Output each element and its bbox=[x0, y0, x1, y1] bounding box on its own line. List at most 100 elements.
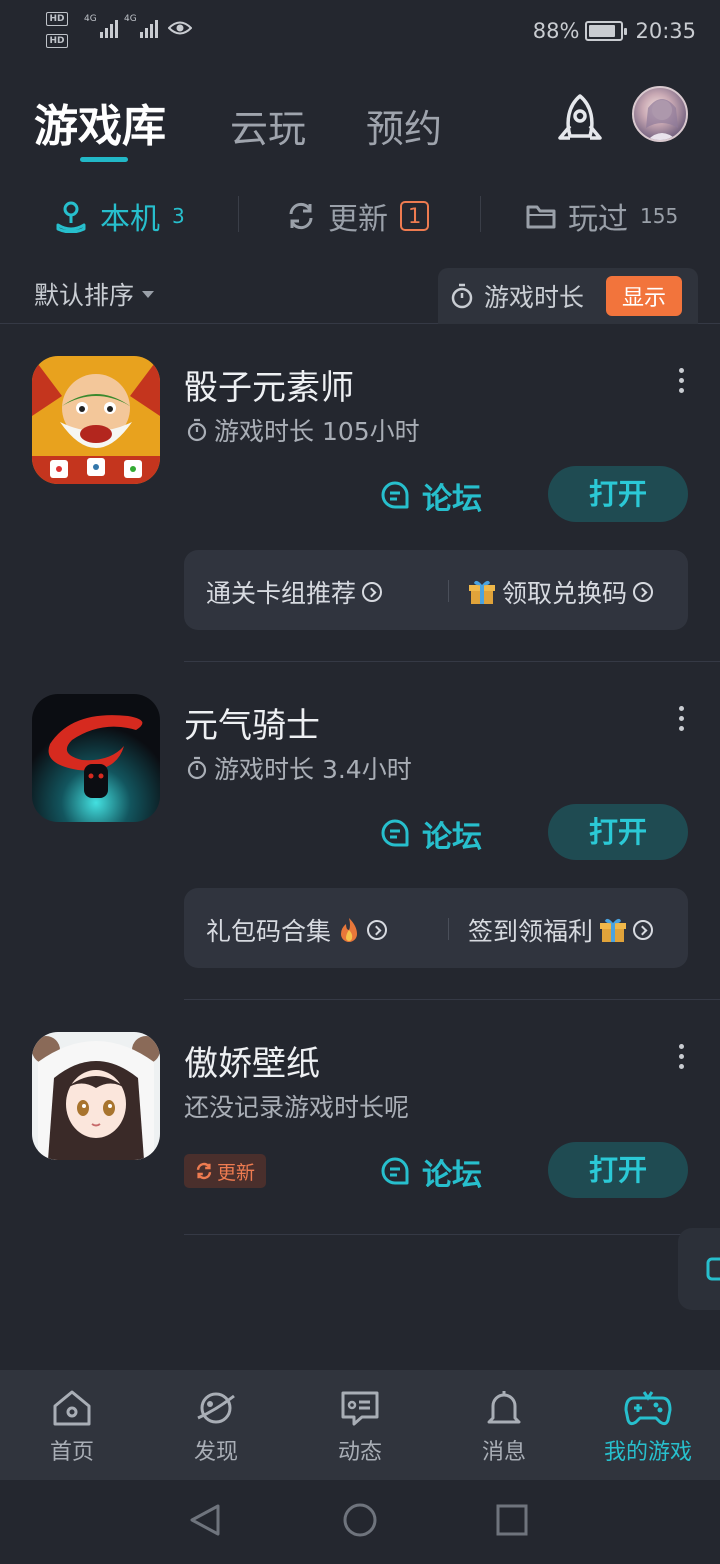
update-tag-label: 更新 bbox=[216, 1161, 255, 1184]
game-title[interactable]: 傲娇壁纸 bbox=[184, 1036, 320, 1085]
back-icon[interactable] bbox=[190, 1504, 220, 1536]
sort-bar: 默认排序 游戏时长 显示 bbox=[0, 262, 720, 324]
folder-icon bbox=[526, 205, 556, 229]
fire-icon bbox=[341, 918, 358, 942]
quick-link-label: 礼包码合集 bbox=[206, 917, 332, 946]
divider bbox=[448, 580, 449, 602]
nav-label: 消息 bbox=[481, 1440, 526, 1465]
soul-knight-icon bbox=[32, 694, 160, 822]
more-options-icon[interactable] bbox=[674, 368, 688, 393]
game-icon-dice[interactable] bbox=[32, 356, 160, 484]
nav-label: 首页 bbox=[49, 1440, 94, 1465]
quick-link-deck-recommend[interactable]: 通关卡组推荐 bbox=[206, 574, 383, 610]
quick-link-label: 通关卡组推荐 bbox=[206, 579, 357, 608]
subtab-local[interactable]: 本机 3 bbox=[54, 188, 185, 244]
nav-my-games[interactable]: 我的游戏 bbox=[576, 1370, 720, 1480]
game-icon-wallpaper[interactable] bbox=[32, 1032, 160, 1160]
forum-button[interactable]: 论坛 bbox=[380, 1150, 482, 1194]
gift-icon bbox=[600, 918, 627, 942]
nav-label: 动态 bbox=[337, 1440, 382, 1465]
quick-link-label: 领取兑换码 bbox=[502, 579, 628, 608]
message-icon bbox=[341, 1391, 379, 1426]
nav-messages[interactable]: 消息 bbox=[432, 1370, 576, 1480]
update-available-tag[interactable]: 更新 bbox=[184, 1154, 266, 1188]
refresh-icon bbox=[196, 1162, 212, 1180]
library-subtabs: 本机 3 更新 1 玩过 155 bbox=[0, 188, 720, 244]
list-divider bbox=[184, 1234, 720, 1235]
nav-label: 发现 bbox=[193, 1440, 238, 1465]
hd-indicator-2: HD bbox=[46, 34, 68, 48]
status-bar: HD HD 4G 4G 88% 20:35 bbox=[0, 0, 720, 60]
eye-icon bbox=[168, 21, 192, 35]
chevron-right-circle-icon bbox=[362, 582, 383, 602]
floating-action-button[interactable] bbox=[678, 1228, 720, 1310]
rocket-icon[interactable] bbox=[552, 92, 608, 152]
subtab-local-count: 3 bbox=[172, 204, 185, 228]
recents-icon[interactable] bbox=[496, 1504, 528, 1536]
divider bbox=[448, 918, 449, 940]
user-avatar[interactable] bbox=[632, 86, 688, 142]
open-game-button[interactable]: 打开 bbox=[548, 466, 688, 522]
tab-cloud-play[interactable]: 云玩 bbox=[230, 98, 306, 153]
clock: 20:35 bbox=[635, 19, 696, 43]
forum-icon bbox=[381, 481, 409, 509]
hd-indicator-1: HD bbox=[46, 12, 68, 26]
subtab-played-count: 155 bbox=[640, 204, 679, 228]
joystick-icon bbox=[56, 201, 86, 233]
nav-feed[interactable]: 动态 bbox=[288, 1370, 432, 1480]
more-options-icon[interactable] bbox=[674, 1044, 688, 1069]
game-playtime-text: 还没记录游戏时长呢 bbox=[184, 1093, 410, 1122]
nav-home[interactable]: 首页 bbox=[0, 1370, 144, 1480]
show-playtime-button[interactable]: 显示 bbox=[605, 276, 682, 316]
subtab-updates-label: 更新 bbox=[328, 202, 388, 237]
planet-icon bbox=[197, 1392, 235, 1424]
subtab-played-label: 玩过 bbox=[568, 202, 628, 237]
quick-link-gift-codes[interactable]: 礼包码合集 bbox=[206, 912, 388, 948]
game-playtime-text: 游戏时长 3.4小时 bbox=[214, 755, 412, 784]
quick-link-checkin-rewards[interactable]: 签到领福利 bbox=[468, 912, 654, 948]
top-header: 游戏库 云玩 预约 bbox=[0, 80, 720, 170]
stopwatch-icon bbox=[187, 418, 207, 442]
gift-icon bbox=[469, 580, 495, 604]
open-game-button[interactable]: 打开 bbox=[548, 1142, 688, 1198]
playtime-toggle[interactable]: 游戏时长 显示 bbox=[438, 268, 698, 324]
network-type-2: 4G bbox=[124, 14, 137, 24]
system-navigation bbox=[0, 1480, 720, 1560]
game-card-2: 元气骑士 游戏时长 3.4小时 论坛 打开 礼包码合集 签到领福利 bbox=[0, 662, 720, 1000]
game-icon-soul-knight[interactable] bbox=[32, 694, 160, 822]
forum-button[interactable]: 论坛 bbox=[380, 474, 482, 518]
divider bbox=[480, 196, 481, 232]
home-button-icon[interactable] bbox=[343, 1503, 377, 1537]
forum-icon bbox=[381, 819, 409, 847]
quick-link-redeem-code[interactable]: 领取兑换码 bbox=[468, 574, 654, 610]
divider bbox=[238, 196, 239, 232]
game-quick-links: 礼包码合集 签到领福利 bbox=[184, 888, 688, 968]
game-title[interactable]: 元气骑士 bbox=[184, 698, 320, 747]
game-playtime-text: 游戏时长 105小时 bbox=[214, 417, 420, 446]
tab-reservation[interactable]: 预约 bbox=[366, 98, 442, 153]
subtab-local-label: 本机 bbox=[100, 202, 160, 237]
subtab-played[interactable]: 玩过 155 bbox=[526, 188, 678, 244]
sort-label: 默认排序 bbox=[34, 281, 135, 310]
stopwatch-icon bbox=[187, 756, 207, 780]
sort-dropdown[interactable]: 默认排序 bbox=[34, 276, 155, 312]
update-count-badge: 1 bbox=[400, 201, 430, 231]
playtime-toggle-label: 游戏时长 bbox=[484, 283, 585, 312]
status-right: 88% 20:35 bbox=[533, 16, 696, 46]
forum-icon bbox=[381, 1157, 409, 1185]
network-type-1: 4G bbox=[84, 14, 97, 24]
forum-label: 论坛 bbox=[422, 482, 482, 517]
nav-discover[interactable]: 发现 bbox=[144, 1370, 288, 1480]
floating-icon bbox=[706, 1257, 720, 1281]
signal-area: HD HD 4G 4G bbox=[46, 10, 206, 52]
open-game-button[interactable]: 打开 bbox=[548, 804, 688, 860]
signal-bars-1-icon bbox=[100, 16, 118, 38]
subtab-updates[interactable]: 更新 1 bbox=[286, 188, 430, 244]
game-title[interactable]: 骰子元素师 bbox=[184, 360, 354, 409]
forum-button[interactable]: 论坛 bbox=[380, 812, 482, 856]
game-quick-links: 通关卡组推荐 领取兑换码 bbox=[184, 550, 688, 630]
more-options-icon[interactable] bbox=[674, 706, 688, 731]
signal-bars-2-icon bbox=[140, 16, 158, 38]
tab-game-library[interactable]: 游戏库 bbox=[34, 90, 166, 154]
chevron-right-circle-icon bbox=[367, 920, 388, 940]
